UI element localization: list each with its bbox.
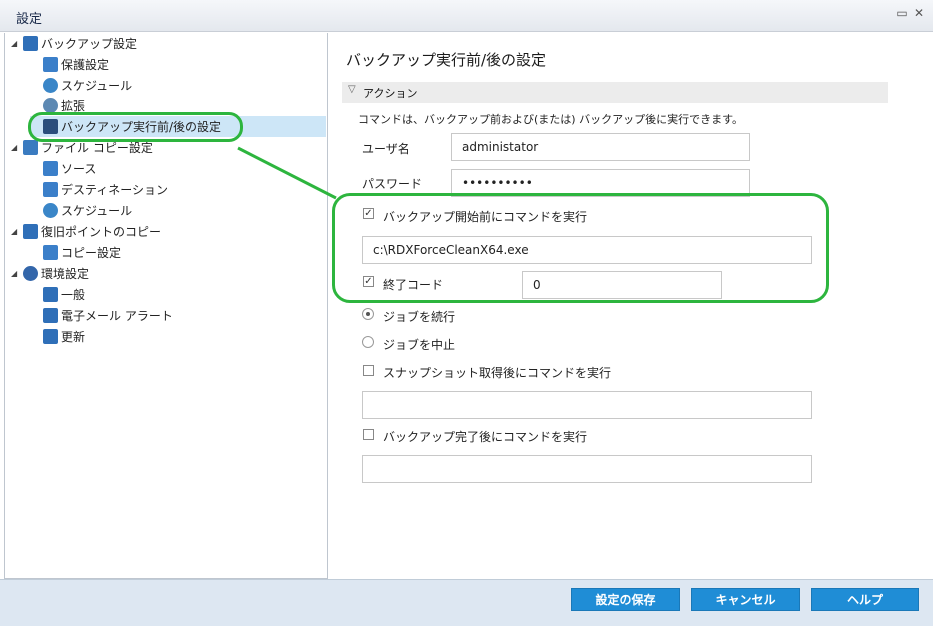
annotation-connector [237, 146, 337, 200]
help-button[interactable]: ヘルプ [811, 588, 919, 611]
cancel-button[interactable]: キャンセル [691, 588, 800, 611]
save-settings-button[interactable]: 設定の保存 [571, 588, 680, 611]
